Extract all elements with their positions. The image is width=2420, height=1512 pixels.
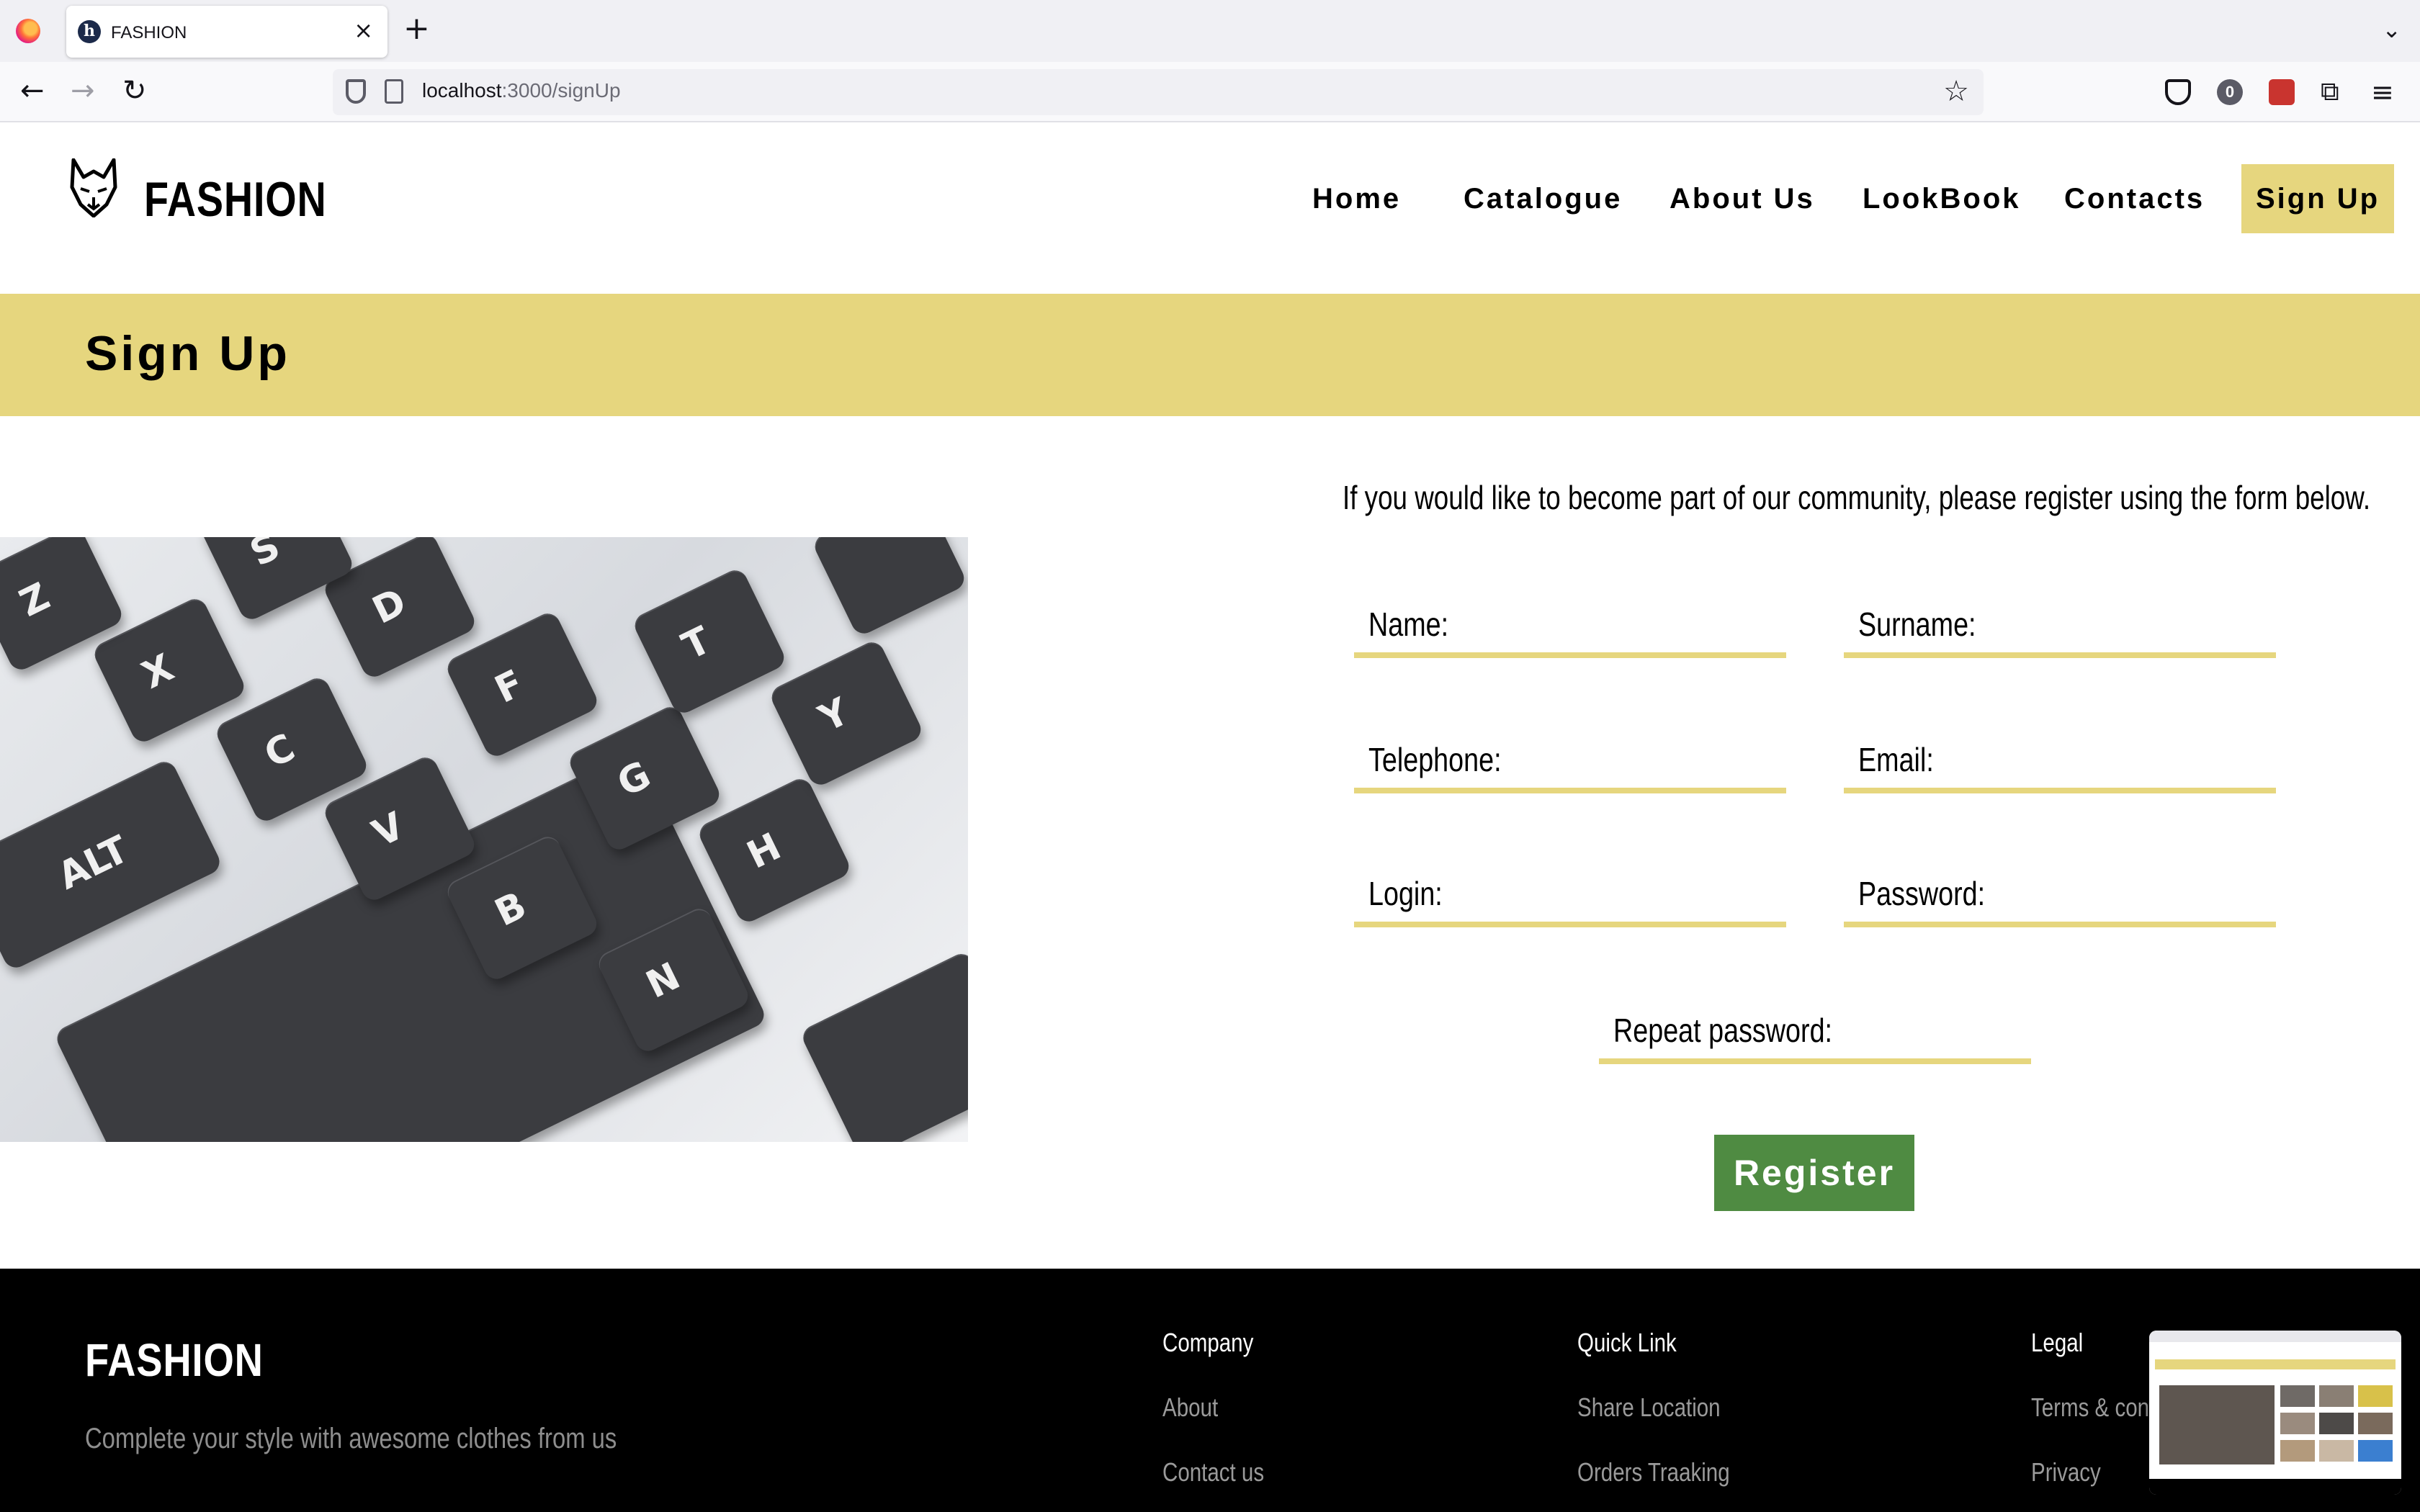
site-footer: FASHION Complete your style with awesome…	[0, 1269, 2420, 1512]
key-label: N	[640, 954, 687, 1007]
footer-company-heading: Company	[1162, 1328, 1254, 1357]
key-label: S	[243, 537, 287, 575]
url-text[interactable]: localhost:3000/signUp	[422, 79, 621, 102]
key-label: X	[135, 646, 181, 698]
register-button[interactable]: Register	[1714, 1135, 1914, 1211]
keyboard-key: ALT	[0, 757, 224, 972]
tab-list-chevron-icon[interactable]: ⌄	[2382, 16, 2401, 43]
nav-sign-up[interactable]: Sign Up	[2241, 164, 2395, 233]
nav-catalogue[interactable]: Catalogue	[1464, 164, 1622, 233]
footer-link-share-location[interactable]: Share Location	[1577, 1392, 1721, 1423]
key-label: C	[258, 726, 302, 777]
surname-label: Surname:	[1858, 606, 1976, 643]
extensions-puzzle-icon[interactable]: ⧉	[2321, 79, 2347, 105]
email-label: Email:	[1858, 741, 1934, 778]
footer-tagline: Complete your style with awesome clothes…	[85, 1423, 617, 1454]
footer-link-orders-tracking[interactable]: Orders Traaking	[1577, 1457, 1730, 1488]
thumbnail-photo	[2280, 1385, 2315, 1407]
password-label: Password:	[1858, 875, 1986, 912]
name-field[interactable]: Name:	[1354, 593, 1786, 658]
key-label: Z	[13, 575, 57, 626]
footer-legal-heading: Legal	[2031, 1328, 2084, 1357]
new-tab-icon[interactable]: +	[403, 13, 430, 45]
keyboard-key: H	[695, 775, 853, 926]
pocket-icon[interactable]	[2165, 79, 2191, 105]
reload-icon[interactable]: ↻	[122, 75, 147, 107]
thumbnail-photo	[2319, 1440, 2354, 1462]
key-label: H	[740, 824, 788, 878]
footer-quick-link-heading: Quick Link	[1577, 1328, 1677, 1357]
key-label: Y	[812, 690, 856, 741]
key-label: V	[366, 804, 411, 856]
firefox-icon[interactable]	[16, 19, 40, 43]
forward-arrow-icon[interactable]: →	[71, 75, 95, 107]
key-label: ALT	[51, 827, 135, 899]
email-field[interactable]: Email:	[1844, 729, 2276, 793]
url-host: localhost	[422, 79, 502, 102]
browser-tab-bar: h FASHION × + ⌄	[0, 0, 2420, 62]
screenshot-thumbnail[interactable]	[2149, 1331, 2401, 1495]
keyboard-key	[810, 537, 968, 638]
tab-title: FASHION	[111, 23, 187, 42]
tracking-shield-icon[interactable]	[346, 79, 366, 104]
thumbnail-photo	[2358, 1413, 2393, 1434]
site-header: FASHION Home Catalogue About Us LookBook…	[0, 124, 2420, 294]
surname-field[interactable]: Surname:	[1844, 593, 2276, 658]
wolf-logo-icon[interactable]	[66, 158, 121, 217]
thumbnail-chrome	[2149, 1331, 2401, 1342]
thumbnail-title-band	[2155, 1359, 2396, 1369]
back-arrow-icon[interactable]: ←	[20, 75, 45, 107]
address-bar[interactable]: localhost:3000/signUp ☆	[333, 69, 1984, 115]
footer-link-privacy[interactable]: Privacy	[2031, 1457, 2101, 1488]
keyboard-key: T	[630, 566, 789, 717]
bookmark-star-icon[interactable]: ☆	[1943, 75, 1969, 108]
page-info-icon[interactable]	[385, 79, 403, 104]
key-label: T	[676, 618, 718, 669]
telephone-label: Telephone:	[1368, 741, 1502, 778]
thumbnail-photo	[2159, 1385, 2275, 1464]
thumbnail-photo	[2280, 1413, 2315, 1434]
key-label: G	[611, 753, 658, 806]
keyboard-key	[799, 950, 968, 1142]
site-favicon-icon: h	[78, 20, 101, 43]
nav-about-us[interactable]: About Us	[1670, 164, 1815, 233]
password-field[interactable]: Password:	[1844, 863, 2276, 927]
close-tab-icon[interactable]: ×	[354, 19, 373, 42]
brand-name[interactable]: FASHION	[144, 171, 327, 228]
page-title-band: Sign Up	[0, 294, 2420, 416]
footer-link-about[interactable]: About	[1162, 1392, 1218, 1423]
key-label: F	[488, 662, 531, 712]
keyboard-key: Y	[767, 638, 926, 789]
nav-home[interactable]: Home	[1312, 164, 1401, 233]
repeat-password-field[interactable]: Repeat password:	[1599, 999, 2031, 1064]
thumbnail-photo	[2358, 1385, 2393, 1407]
repeat-password-label: Repeat password:	[1613, 1012, 1833, 1049]
telephone-field[interactable]: Telephone:	[1354, 729, 1786, 793]
footer-brand[interactable]: FASHION	[85, 1333, 264, 1387]
nav-contacts[interactable]: Contacts	[2064, 164, 2205, 233]
extension-icon[interactable]	[2269, 79, 2295, 105]
footer-link-contact-us[interactable]: Contact us	[1162, 1457, 1264, 1488]
nav-lookbook[interactable]: LookBook	[1863, 164, 2021, 233]
keyboard-key: S	[198, 537, 357, 624]
thumbnail-photo	[2358, 1440, 2393, 1462]
thumbnail-photo	[2319, 1385, 2354, 1407]
page-title: Sign Up	[85, 326, 290, 381]
key-label: D	[366, 580, 413, 633]
name-label: Name:	[1368, 606, 1449, 643]
login-field[interactable]: Login:	[1354, 863, 1786, 927]
hamburger-menu-icon[interactable]: ≡	[2371, 78, 2397, 106]
url-path: :3000/signUp	[501, 79, 621, 102]
thumbnail-photo	[2280, 1440, 2315, 1462]
thumbnail-footer	[2149, 1479, 2401, 1495]
key-label: B	[488, 883, 534, 935]
browser-tab-active[interactable]: h FASHION ×	[66, 6, 387, 58]
login-label: Login:	[1368, 875, 1443, 912]
signup-intro-text: If you would like to become part of our …	[1343, 479, 2371, 516]
thumbnail-photo	[2319, 1413, 2354, 1434]
keyboard-photo: ALT C V B N F G H T Y D S X Z	[0, 537, 968, 1142]
counter-badge-icon[interactable]: 0	[2217, 79, 2243, 105]
